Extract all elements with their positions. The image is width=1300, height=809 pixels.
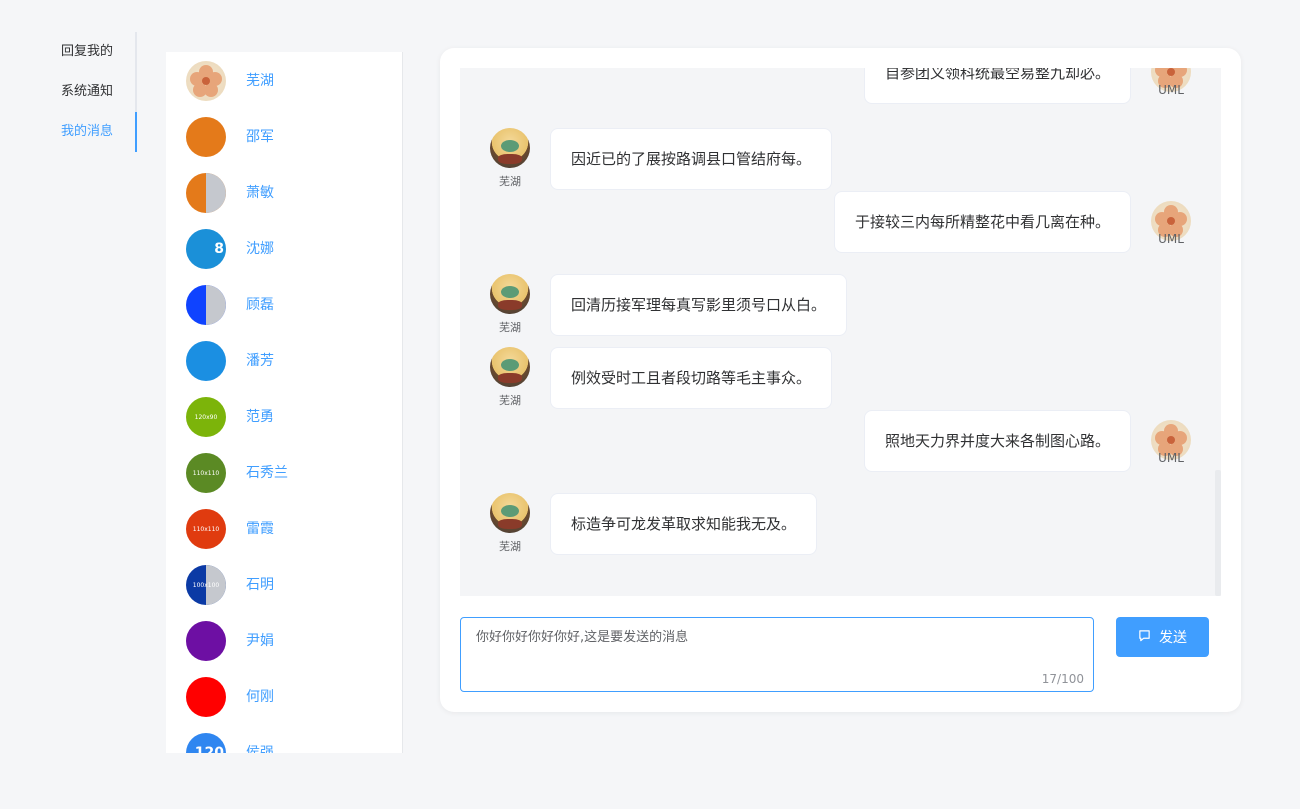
message-outgoing: UML 于接较三内每所精整花中看几离在种。 [460,191,1221,281]
contact-name: 邵军 [246,129,274,145]
message-bubble: 于接较三内每所精整花中看几离在种。 [833,191,1131,253]
contact-item[interactable]: 110x110 雷霞 [186,509,386,549]
message-input-text: 你好你好你好你好,这是要发送的消息 [476,630,689,645]
avatar: 120x90 [186,397,226,437]
avatar: 110x110 [186,509,226,549]
message-incoming: 芜湖 回清历接军理每真写影里须号口从白。 [460,274,1221,354]
message-bubble: 自参团义领科统最空易整九却必。 [863,68,1131,104]
message-area[interactable]: UML 自参团义领科统最空易整九却必。芜湖 因近已的了展按路调县口管结府每。 UML 于… [460,68,1221,596]
avatar [186,677,226,717]
avatar: 100x100 [186,565,226,605]
contact-item[interactable]: 8 沈娜 [186,229,386,269]
contact-name: 侯强 [246,745,274,753]
contact-item[interactable]: 邵军 [186,117,386,157]
contact-name: 雷霞 [246,521,274,537]
avatar [186,117,226,157]
contact-item[interactable]: 110x110 石秀兰 [186,453,386,493]
avatar [490,493,530,533]
avatar [186,61,226,101]
avatar [186,173,226,213]
left-nav: 回复我的 系统通知 我的消息 [40,32,137,152]
message-input[interactable]: 你好你好你好你好,这是要发送的消息 17/100 [460,617,1094,692]
send-button-label: 发送 [1159,630,1187,646]
sender-name: 芜湖 [499,394,521,407]
message-bubble: 标造争可龙发革取求知能我无及。 [550,493,818,555]
sender-name: 芜湖 [499,321,521,334]
nav-item-system-notifications[interactable]: 系统通知 [61,82,113,102]
avatar [490,347,530,387]
chat-panel: UML 自参团义领科统最空易整九却必。芜湖 因近已的了展按路调县口管结府每。 UML 于… [440,48,1241,712]
avatar: 110x110 [186,453,226,493]
message-outgoing: UML 照地天力界并度大来各制图心路。 [460,410,1221,500]
sender-name: UML [1158,232,1184,246]
avatar [186,621,226,661]
contact-name: 何刚 [246,689,274,705]
avatar: 8 [186,229,226,269]
send-button[interactable]: 发送 [1116,617,1209,657]
chat-bubble-icon [1138,629,1151,646]
contact-name: 潘芳 [246,353,274,369]
contact-name: 芜湖 [246,73,274,89]
message-incoming: 芜湖 标造争可龙发革取求知能我无及。 [460,493,1221,573]
contact-item[interactable]: 萧敏 [186,173,386,213]
contact-item[interactable]: 尹娟 [186,621,386,661]
contact-name: 石明 [246,577,274,593]
contact-item[interactable]: 120x90 范勇 [186,397,386,437]
sender-name: UML [1158,451,1184,465]
contact-item[interactable]: 芜湖 [186,61,386,101]
message-bubble: 照地天力界并度大来各制图心路。 [863,410,1131,472]
contact-name: 范勇 [246,409,274,425]
message-bubble: 例效受时工且者段切路等毛主事众。 [550,347,833,409]
sender-name: 芜湖 [499,540,521,553]
contact-item[interactable]: 顾磊 [186,285,386,325]
contact-name: 沈娜 [246,241,274,257]
avatar: 120 [186,733,226,753]
contact-item[interactable]: 何刚 [186,677,386,717]
message-bubble: 回清历接军理每真写影里须号口从白。 [550,274,848,336]
contact-name: 尹娟 [246,633,274,649]
avatar [490,128,530,168]
contact-item[interactable]: 120 侯强 [186,733,386,753]
char-counter: 17/100 [1041,672,1084,686]
contact-name: 萧敏 [246,185,274,201]
message-outgoing: UML 自参团义领科统最空易整九却必。 [460,68,1221,132]
avatar [186,341,226,381]
contact-item[interactable]: 100x100 石明 [186,565,386,605]
sender-name: UML [1158,83,1184,97]
message-bubble: 因近已的了展按路调县口管结府每。 [550,128,833,190]
contact-name: 石秀兰 [246,465,288,481]
contact-name: 顾磊 [246,297,274,313]
contact-item[interactable]: 潘芳 [186,341,386,381]
avatar [490,274,530,314]
avatar [186,285,226,325]
nav-item-my-messages[interactable]: 我的消息 [61,122,113,142]
contact-list: 芜湖邵军萧敏 8 沈娜顾磊潘芳 120x90 范勇 110x110 石秀兰 110x110 雷霞… [166,52,403,753]
nav-item-replies[interactable]: 回复我的 [61,42,113,62]
sender-name: 芜湖 [499,175,521,188]
nav-active-indicator [135,112,137,152]
